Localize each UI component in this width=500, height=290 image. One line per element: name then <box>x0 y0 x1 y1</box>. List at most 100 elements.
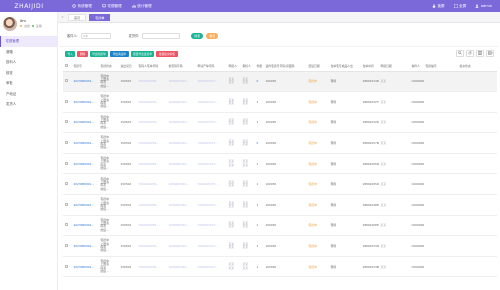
header-cell[interactable]: 批宅码号码 <box>167 61 196 72</box>
sidebar-item-shipper[interactable]: 投料人 <box>0 57 57 68</box>
qty-cell[interactable]: 1 <box>255 256 264 278</box>
receiver-input[interactable]: 1.0 <box>80 32 111 39</box>
id-link[interactable]: 2023080901... <box>74 141 94 145</box>
row-select[interactable] <box>63 173 72 196</box>
header-cell[interactable]: 当单宅号成品人出 <box>329 61 361 72</box>
id-link[interactable]: 2023080901... <box>74 203 94 207</box>
checkbox-icon[interactable] <box>64 223 68 227</box>
id-cell[interactable]: 2023080901... <box>72 235 99 257</box>
row-select[interactable] <box>63 235 72 257</box>
row-select[interactable] <box>63 194 72 216</box>
table-row[interactable]: 2023080901... 宅德中 上国洛 码有 的运... 150502 70601… <box>63 256 497 278</box>
id-link[interactable]: 2023080901... <box>74 265 94 269</box>
id-cell[interactable]: 2023080901... <box>72 91 99 113</box>
checkbox-icon[interactable] <box>64 79 68 83</box>
header-cell[interactable]: 当单时间 <box>361 61 379 72</box>
header-cell[interactable]: 申请产单号码 <box>196 61 227 72</box>
brand-logo[interactable]: ZHAIJIDI <box>0 3 58 10</box>
sender-input[interactable] <box>142 32 181 39</box>
checkbox-icon[interactable] <box>64 264 68 268</box>
header-cell[interactable]: 进出货日 <box>119 61 137 72</box>
tab-zhaide[interactable]: 宅德单 <box>89 13 111 21</box>
header-cell[interactable]: 审核人 <box>241 61 255 72</box>
grid-icon[interactable] <box>486 50 494 57</box>
header-cell[interactable]: 结运日期 <box>307 61 329 72</box>
header-cell[interactable]: 申报日期 <box>379 61 410 72</box>
id-link[interactable]: 2023080901... <box>74 182 94 186</box>
qty-cell[interactable]: 1 <box>255 112 264 134</box>
batch-submit-button[interactable]: 批量提交审核 <box>156 51 178 57</box>
user-menu[interactable]: admin <box>475 4 492 8</box>
batch-export-button[interactable]: 批量导出发货单 <box>130 51 155 57</box>
qty-cell[interactable]: 1 <box>255 153 264 175</box>
qty-cell[interactable]: 1 <box>255 173 264 196</box>
id-cell[interactable]: 2023080901... <box>72 256 99 278</box>
sidebar-item-zhaide[interactable]: 宅德管理 <box>0 36 57 47</box>
columns-icon[interactable] <box>476 50 484 57</box>
header-cell[interactable]: 宅码人宅单号码 <box>137 61 167 72</box>
header-cell[interactable]: 申报人 <box>227 61 241 72</box>
tab-home[interactable]: 首页 <box>68 13 87 21</box>
select-all-header[interactable] <box>63 61 72 72</box>
qty-cell[interactable]: 1 <box>255 235 264 257</box>
row-select[interactable] <box>63 71 72 93</box>
id-link[interactable]: 2023080901... <box>74 223 94 227</box>
lock-button[interactable]: 锁屏 <box>432 4 445 9</box>
delete-button[interactable]: 删除 <box>77 51 88 57</box>
row-select[interactable] <box>63 256 72 278</box>
id-link[interactable]: 2023080901... <box>74 79 94 83</box>
sidebar-item-sender[interactable]: 发货人 <box>0 99 57 110</box>
qty-cell[interactable]: 0 <box>255 132 264 154</box>
checkbox-icon[interactable] <box>64 63 68 67</box>
search-icon[interactable] <box>456 50 464 57</box>
topnav-zhaide[interactable]: 宅德管理 <box>102 4 122 9</box>
search-button[interactable]: 搜索 <box>191 32 204 39</box>
header-cell[interactable]: 宅德号 <box>72 61 99 72</box>
table-row[interactable]: 2023080901... 宅德中 上国洛 码有 的运... 150502 70601… <box>63 91 497 113</box>
sidebar-item-origin[interactable]: 产地证 <box>0 89 57 100</box>
id-cell[interactable]: 2023080901... <box>72 132 99 154</box>
checkbox-icon[interactable] <box>64 244 68 248</box>
checkbox-icon[interactable] <box>64 120 68 124</box>
table-row[interactable]: 2023080901... 宅德中 上国洛 码有 的运... 150502 70601… <box>63 194 497 216</box>
table-row[interactable]: 2023080901... 宅德中 上国洛 码有 的运... 150502 70601… <box>63 173 497 196</box>
row-select[interactable] <box>63 215 72 237</box>
id-cell[interactable]: 2023080901... <box>72 194 99 216</box>
table-row[interactable]: 2023080901... 宅德中 上国洛 码有 的运... 150502 70601… <box>63 215 497 237</box>
sidebar-item-approve[interactable]: 审批 <box>0 78 57 89</box>
refresh-icon[interactable] <box>466 50 474 57</box>
table-row[interactable]: 2023080901... 宅德中 上国洛 码有 的运... 150502 70601… <box>63 153 497 175</box>
id-cell[interactable]: 2023080901... <box>72 153 99 175</box>
checkbox-icon[interactable] <box>64 182 68 186</box>
header-cell[interactable]: 宅德状态 <box>99 61 119 72</box>
qty-cell[interactable]: 1 <box>255 215 264 237</box>
header-cell[interactable]: 运件宅德号号码/货面码 <box>264 61 307 72</box>
avatar[interactable] <box>3 17 17 31</box>
id-cell[interactable]: 2023080901... <box>72 112 99 134</box>
topnav-stats[interactable]: 统计管理 <box>132 4 152 9</box>
table-row[interactable]: 2023080901... 宅德中 上国洛 码有 的运... 150502 70601… <box>63 235 497 257</box>
id-link[interactable]: 2023080901... <box>74 120 94 124</box>
header-cell[interactable]: 件量 <box>255 61 264 72</box>
topnav-system[interactable]: 系统管理 <box>72 4 92 9</box>
row-select[interactable] <box>63 91 72 113</box>
fullscreen-button[interactable]: 全屏 <box>453 4 466 9</box>
reset-button[interactable]: 重置 <box>206 32 219 39</box>
export-zhaide-button[interactable]: 导出宅德单 <box>89 51 109 57</box>
header-cell[interactable]: 提交状态 <box>458 61 497 72</box>
qty-cell[interactable]: 1 <box>255 194 264 216</box>
checkbox-icon[interactable] <box>64 99 68 103</box>
row-select[interactable] <box>63 132 72 154</box>
header-cell[interactable]: 宅德编号 <box>424 61 458 72</box>
table-row[interactable]: 2023080901... 宅德中 上国洛 码有 的运... 150502 70601… <box>63 112 497 134</box>
sidebar-item-port[interactable]: 港箱 <box>0 47 57 58</box>
id-cell[interactable]: 2023080901... <box>72 173 99 196</box>
logout-link[interactable]: 注销 <box>36 24 42 28</box>
table-row[interactable]: 2023080901... 宅德中 上国洛 码有 的运... 150502 70601… <box>63 132 497 154</box>
import-button[interactable]: 导入 <box>65 51 76 57</box>
row-select[interactable] <box>63 153 72 175</box>
checkbox-icon[interactable] <box>64 202 68 206</box>
tabs-prev-icon[interactable]: « <box>60 15 65 19</box>
id-link[interactable]: 2023080901... <box>74 244 94 248</box>
id-cell[interactable]: 2023080901... <box>72 71 99 93</box>
